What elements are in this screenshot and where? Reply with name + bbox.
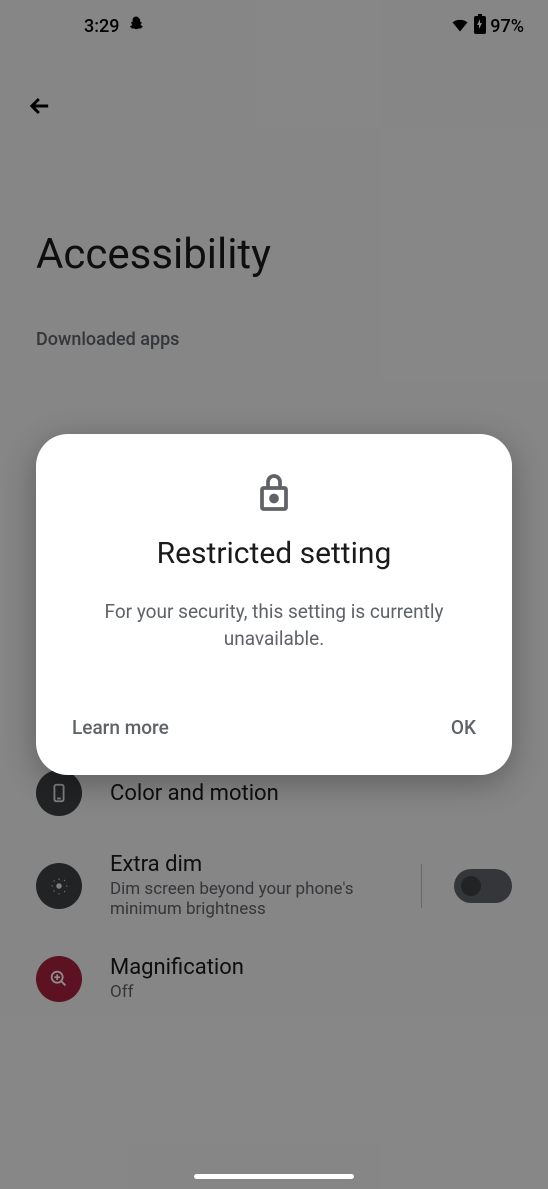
home-indicator[interactable]: [194, 1174, 354, 1179]
dialog-body: For your security, this setting is curre…: [68, 599, 480, 652]
learn-more-button[interactable]: Learn more: [68, 708, 173, 747]
restricted-setting-dialog: Restricted setting For your security, th…: [36, 434, 512, 775]
ok-button[interactable]: OK: [447, 708, 480, 747]
dialog-title: Restricted setting: [68, 536, 480, 571]
lock-icon: [68, 470, 480, 512]
